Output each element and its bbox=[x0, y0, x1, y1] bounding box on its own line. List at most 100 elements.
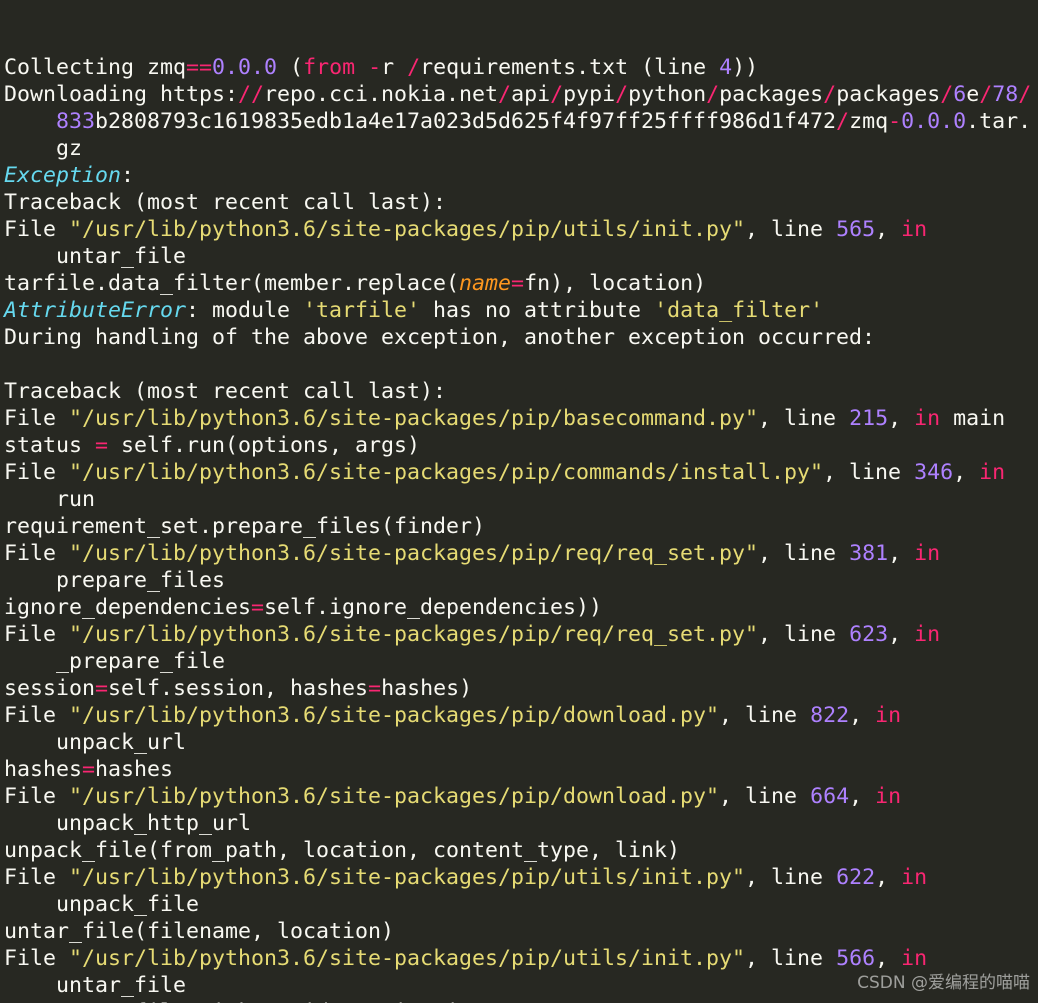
token-plain: zmq bbox=[849, 109, 889, 134]
token-kw: / bbox=[407, 55, 421, 80]
token-kw: in bbox=[875, 784, 902, 809]
terminal-line: ignore_dependencies=self.ignore_dependen… bbox=[4, 594, 1038, 621]
terminal-continuation-line: prepare_files bbox=[4, 567, 1038, 594]
token-plain: , bbox=[875, 217, 902, 242]
token-plain: .tar. bbox=[966, 109, 1032, 134]
token-kw: == bbox=[186, 55, 213, 80]
terminal-line: session=self.session, hashes=hashes) bbox=[4, 675, 1038, 702]
token-plain: status bbox=[4, 433, 96, 458]
token-plain: hashes bbox=[4, 757, 83, 782]
terminal-line: File "/usr/lib/python3.6/site-packages/p… bbox=[4, 540, 1038, 567]
token-kw: - bbox=[888, 109, 902, 134]
token-num: 6 bbox=[953, 82, 967, 107]
terminal-line: unpack_file(from_path, location, content… bbox=[4, 837, 1038, 864]
token-kw: = bbox=[95, 433, 109, 458]
token-plain: requirements.txt (line bbox=[420, 55, 720, 80]
token-num: 381 bbox=[849, 541, 889, 566]
token-plain: fn), location) bbox=[524, 271, 707, 296]
token-plain: , line bbox=[758, 622, 850, 647]
token-plain: pypi bbox=[563, 82, 616, 107]
terminal-line: except tarfile.LinkOutsideDestinationErr… bbox=[4, 999, 1038, 1003]
terminal-line: File "/usr/lib/python3.6/site-packages/p… bbox=[4, 405, 1038, 432]
token-plain: prepare_files bbox=[56, 568, 226, 593]
token-plain: hashes bbox=[95, 757, 174, 782]
token-plain: File bbox=[4, 217, 70, 242]
token-plain: r bbox=[381, 55, 408, 80]
terminal-lines: Collecting zmq==0.0.0 (from -r /requirem… bbox=[4, 54, 1038, 1003]
terminal-continuation-line: untar_file bbox=[4, 243, 1038, 270]
terminal-line: File "/usr/lib/python3.6/site-packages/p… bbox=[4, 216, 1038, 243]
terminal-continuation-line: gz bbox=[4, 135, 1038, 162]
token-num: 566 bbox=[836, 946, 876, 971]
token-plain: _prepare_file bbox=[56, 649, 226, 674]
token-str: "/usr/lib/python3.6/site-packages/pip/ut… bbox=[69, 217, 746, 242]
token-kw: in bbox=[901, 217, 928, 242]
token-plain: , bbox=[953, 460, 980, 485]
terminal-line: Traceback (most recent call last): bbox=[4, 189, 1038, 216]
token-kw: // bbox=[238, 82, 265, 107]
token-plain: , line bbox=[719, 703, 811, 728]
token-plain: self.run(options, args) bbox=[108, 433, 421, 458]
token-plain: File bbox=[4, 946, 70, 971]
token-plain: ( bbox=[277, 55, 304, 80]
token-kw: / bbox=[979, 82, 993, 107]
terminal-line: File "/usr/lib/python3.6/site-packages/p… bbox=[4, 864, 1038, 891]
terminal-line: hashes=hashes bbox=[4, 756, 1038, 783]
token-plain: , bbox=[888, 406, 915, 431]
token-plain: packages bbox=[719, 82, 824, 107]
terminal-continuation-line: run bbox=[4, 486, 1038, 513]
token-plain: has no attribute bbox=[420, 298, 655, 323]
terminal-continuation-line: _prepare_file bbox=[4, 648, 1038, 675]
token-str: "/usr/lib/python3.6/site-packages/pip/do… bbox=[69, 703, 720, 728]
token-kw: in bbox=[914, 622, 941, 647]
token-str: "/usr/lib/python3.6/site-packages/pip/do… bbox=[69, 784, 720, 809]
token-plain: requirement_set.prepare_files(finder) bbox=[4, 514, 486, 539]
token-kw: = bbox=[82, 757, 96, 782]
terminal-line: File "/usr/lib/python3.6/site-packages/p… bbox=[4, 621, 1038, 648]
token-plain: ignore_dependencies bbox=[4, 595, 252, 620]
token-plain: Collecting zmq bbox=[4, 55, 187, 80]
token-kw: = bbox=[95, 676, 109, 701]
token-plain: File bbox=[4, 460, 70, 485]
token-plain: self.session, hashes bbox=[108, 676, 369, 701]
token-plain: , bbox=[849, 784, 876, 809]
token-kw: in bbox=[875, 703, 902, 728]
token-plain: unpack_http_url bbox=[56, 811, 252, 836]
token-kw: = bbox=[251, 595, 265, 620]
token-plain: Downloading https: bbox=[4, 82, 239, 107]
token-plain: hashes) bbox=[381, 676, 473, 701]
token-plain: , bbox=[849, 703, 876, 728]
token-plain: packages bbox=[836, 82, 941, 107]
token-plain: )) bbox=[732, 55, 759, 80]
terminal-line: Traceback (most recent call last): bbox=[4, 378, 1038, 405]
token-plain: , bbox=[875, 865, 902, 890]
token-plain: File bbox=[4, 703, 70, 728]
token-kw: - bbox=[368, 55, 382, 80]
terminal-continuation-line: unpack_url bbox=[4, 729, 1038, 756]
token-arg: name bbox=[459, 271, 512, 296]
token-plain: , line bbox=[745, 217, 837, 242]
token-plain: , line bbox=[719, 784, 811, 809]
token-plain: , line bbox=[745, 946, 837, 971]
token-kw: in bbox=[901, 865, 928, 890]
terminal-line: requirement_set.prepare_files(finder) bbox=[4, 513, 1038, 540]
token-plain: b2808793c1619835edb1a4e17a023d5d625f4f97… bbox=[95, 109, 837, 134]
token-exc: AttributeError bbox=[4, 298, 187, 323]
token-plain: untar_file(filename, location) bbox=[4, 919, 395, 944]
token-plain: Traceback (most recent call last): bbox=[4, 190, 447, 215]
token-kw: = bbox=[368, 676, 382, 701]
terminal-line: Downloading https://repo.cci.nokia.net/a… bbox=[4, 81, 1038, 108]
token-str: 'tarfile' bbox=[303, 298, 421, 323]
token-plain: unpack_url bbox=[56, 730, 187, 755]
token-kw: / bbox=[615, 82, 629, 107]
token-plain: File bbox=[4, 865, 70, 890]
token-str: "/usr/lib/python3.6/site-packages/pip/re… bbox=[69, 622, 759, 647]
token-plain: gz bbox=[56, 136, 83, 161]
token-plain: , line bbox=[758, 406, 850, 431]
token-plain: , line bbox=[745, 865, 837, 890]
token-num: 0.0.0 bbox=[212, 55, 278, 80]
token-kw: / bbox=[550, 82, 564, 107]
token-plain: repo.cci.nokia.net bbox=[264, 82, 499, 107]
token-kw: in bbox=[914, 541, 941, 566]
